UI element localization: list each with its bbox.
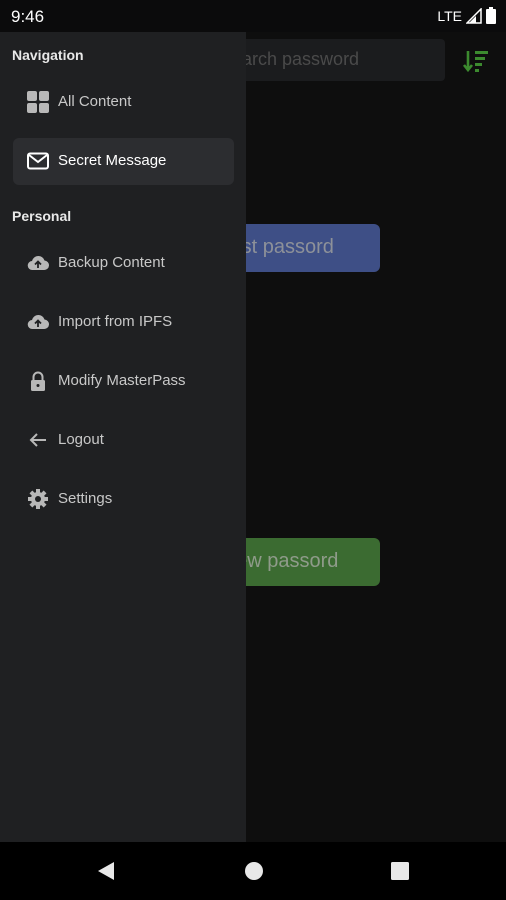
drawer-item-label: Backup Content bbox=[58, 254, 165, 271]
navigation-drawer: Navigation All Content Secret Message Pe… bbox=[0, 32, 246, 842]
arrow-left-icon bbox=[29, 433, 46, 447]
drawer-item-label: Settings bbox=[58, 490, 113, 507]
drawer-item-modify-masterpass[interactable]: Modify MasterPass bbox=[13, 358, 234, 405]
drawer-item-label: Logout bbox=[58, 431, 104, 448]
cloud-upload-icon bbox=[27, 256, 49, 271]
drawer-item-all-content[interactable]: All Content bbox=[13, 79, 234, 126]
drawer-item-settings[interactable]: Settings bbox=[13, 476, 234, 523]
drawer-item-label: Secret Message bbox=[58, 152, 167, 169]
drawer-item-label: Import from IPFS bbox=[58, 313, 173, 330]
system-nav-bar bbox=[0, 842, 506, 900]
drawer-item-import-ipfs[interactable]: Import from IPFS bbox=[13, 299, 234, 346]
signal-icon bbox=[466, 7, 482, 24]
section-title-personal: Personal bbox=[12, 208, 72, 224]
section-title-navigation: Navigation bbox=[12, 47, 84, 63]
gear-icon bbox=[28, 489, 48, 509]
drawer-item-label: Modify MasterPass bbox=[58, 372, 186, 389]
grid-icon bbox=[27, 91, 49, 113]
status-time: 9:46 bbox=[11, 7, 45, 26]
network-type: LTE bbox=[437, 7, 462, 24]
battery-icon bbox=[486, 7, 496, 24]
home-icon[interactable] bbox=[244, 861, 264, 881]
drawer-item-backup-content[interactable]: Backup Content bbox=[13, 240, 234, 287]
drawer-item-logout[interactable]: Logout bbox=[13, 417, 234, 464]
back-icon[interactable] bbox=[96, 861, 116, 881]
lock-icon bbox=[31, 371, 45, 391]
recents-icon[interactable] bbox=[390, 861, 410, 881]
sort-icon[interactable] bbox=[462, 48, 490, 76]
cloud-upload-icon bbox=[27, 315, 49, 330]
drawer-item-secret-message[interactable]: Secret Message bbox=[13, 138, 234, 185]
mail-icon bbox=[27, 152, 49, 170]
drawer-item-label: All Content bbox=[58, 93, 132, 110]
status-bar: 9:46 LTE bbox=[0, 0, 506, 32]
status-icons: LTE bbox=[437, 7, 496, 24]
